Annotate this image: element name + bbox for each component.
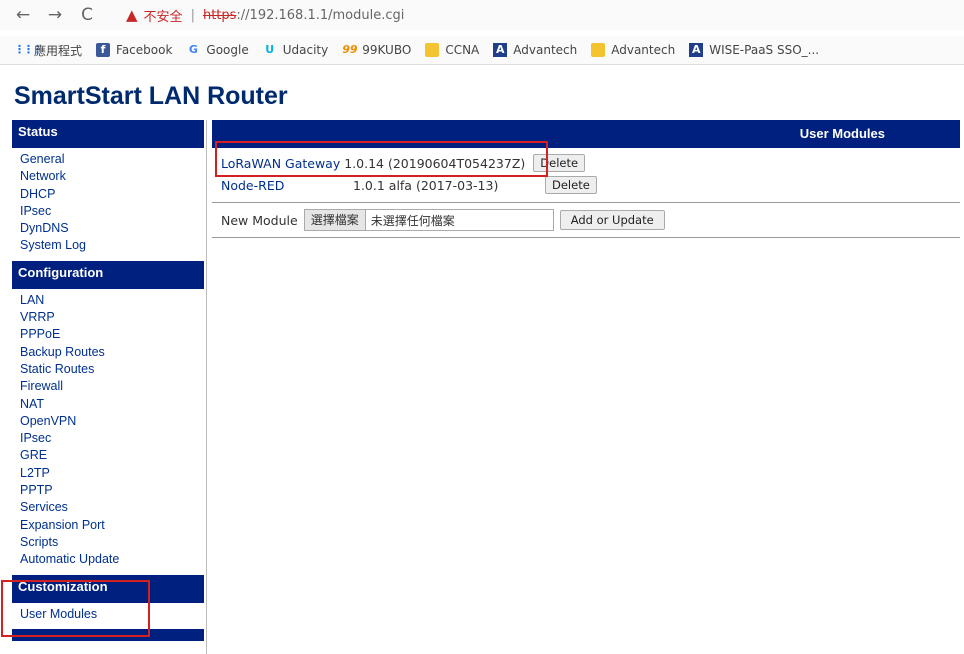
main-panel: User Modules LoRaWAN Gateway 1.0.14 (201… — [212, 120, 960, 238]
sidebar-item-general[interactable]: General — [20, 151, 198, 168]
module-name-link[interactable]: Node-RED — [221, 178, 349, 193]
bookmark-ccna[interactable]: CCNA — [425, 43, 479, 57]
bookmark-label: WISE-PaaS SSO_... — [709, 43, 820, 57]
warning-icon[interactable]: ▲ — [126, 6, 138, 24]
bookmark-advantech-folder[interactable]: Advantech — [591, 43, 675, 57]
configuration-links: LAN VRRP PPPoE Backup Routes Static Rout… — [12, 289, 204, 575]
sidebar-item-system-log[interactable]: System Log — [20, 237, 198, 254]
choose-file-button[interactable]: 選擇檔案 — [304, 210, 366, 230]
bookmark-label: Advantech — [611, 43, 676, 57]
sidebar: Status General Network DHCP IPsec DynDNS… — [12, 120, 204, 641]
sidebar-item-vrrp[interactable]: VRRP — [20, 309, 198, 326]
bookmark-label: 應用程式 — [34, 43, 83, 58]
module-version: 1.0.1 alfa (2017-03-13) — [353, 177, 499, 193]
page-title: SmartStart LAN Router — [14, 82, 288, 110]
highlight-customization — [1, 580, 150, 637]
bookmark-facebook[interactable]: f Facebook — [96, 43, 172, 57]
bookmark-label: Advantech — [513, 43, 578, 57]
sidebar-item-lan[interactable]: LAN — [20, 292, 198, 309]
status-links: General Network DHCP IPsec DynDNS System… — [12, 148, 204, 261]
sidebar-item-network[interactable]: Network — [20, 168, 198, 185]
sidebar-item-nat[interactable]: NAT — [20, 396, 198, 413]
folder-icon — [425, 43, 440, 57]
apps-icon: ⋮⋮⋮ — [14, 43, 43, 56]
bookmarks-bar: ⋮⋮⋮ 應用程式 f Facebook G Google U Udacity 99 99K… — [0, 36, 964, 65]
delete-button[interactable]: Delete — [545, 176, 597, 194]
reload-icon[interactable]: C — [78, 5, 96, 25]
facebook-icon: f — [96, 43, 111, 57]
sidebar-item-ipsec-status[interactable]: IPsec — [20, 203, 198, 220]
sidebar-item-firewall[interactable]: Firewall — [20, 378, 198, 395]
sidebar-item-static-routes[interactable]: Static Routes — [20, 361, 198, 378]
status-section-title: Status — [12, 120, 204, 148]
sidebar-item-gre[interactable]: GRE — [20, 447, 198, 464]
sidebar-item-dhcp[interactable]: DHCP — [20, 186, 198, 203]
sidebar-item-ipsec[interactable]: IPsec — [20, 430, 198, 447]
url-text[interactable]: ://192.168.1.1/module.cgi — [236, 8, 404, 23]
bookmark-99kubo[interactable]: 99 99KUBO — [342, 43, 411, 57]
google-icon: G — [188, 43, 198, 56]
bookmark-label: Google — [206, 43, 249, 57]
folder-icon — [591, 43, 606, 57]
sidebar-item-l2tp[interactable]: L2TP — [20, 465, 198, 482]
bookmark-advantech[interactable]: A Advantech — [493, 43, 577, 57]
add-or-update-button[interactable]: Add or Update — [559, 210, 665, 230]
bookmark-label: Udacity — [282, 43, 329, 57]
sidebar-item-automatic-update[interactable]: Automatic Update — [20, 551, 198, 568]
sidebar-item-backup-routes[interactable]: Backup Routes — [20, 344, 198, 361]
bookmark-wise-paas[interactable]: A WISE-PaaS SSO_... — [689, 43, 819, 57]
new-module-row: New Module 選擇檔案 未選擇任何檔案 Add or Update — [212, 203, 960, 238]
sidebar-item-dyndns[interactable]: DynDNS — [20, 220, 198, 237]
udacity-icon: U — [265, 43, 275, 56]
bookmark-label: Facebook — [116, 43, 173, 57]
url-scheme[interactable]: https — [203, 8, 236, 23]
file-input[interactable]: 選擇檔案 未選擇任何檔案 — [303, 209, 554, 231]
back-icon[interactable]: ← — [14, 5, 32, 25]
wise-icon: A — [689, 43, 704, 57]
bookmark-label: 99KUBO — [362, 43, 412, 57]
insecure-label[interactable]: 不安全 — [144, 6, 183, 25]
configuration-section-title: Configuration — [12, 260, 204, 289]
sidebar-item-scripts[interactable]: Scripts — [20, 534, 198, 551]
sidebar-item-pptp[interactable]: PPTP — [20, 482, 198, 499]
sidebar-divider — [206, 120, 207, 654]
bookmark-label: CCNA — [445, 43, 480, 57]
bookmark-apps[interactable]: ⋮⋮⋮ 應用程式 — [14, 42, 82, 59]
bookmark-google[interactable]: G Google — [186, 43, 249, 57]
new-module-label: New Module — [221, 212, 298, 228]
sidebar-item-openvpn[interactable]: OpenVPN — [20, 413, 198, 430]
module-row: Node-RED 1.0.1 alfa (2017-03-13) Delete — [212, 174, 960, 196]
address-bar: ← → C ▲ 不安全 | https ://192.168.1.1/modul… — [0, 0, 964, 30]
url-separator: | — [190, 7, 195, 23]
advantech-icon: A — [493, 43, 508, 57]
forward-icon[interactable]: → — [46, 5, 64, 25]
sidebar-item-pppoe[interactable]: PPPoE — [20, 326, 198, 343]
sidebar-item-expansion-port[interactable]: Expansion Port — [20, 517, 198, 534]
sidebar-item-services[interactable]: Services — [20, 499, 198, 516]
99kubo-icon: 99 — [342, 43, 358, 56]
bookmark-udacity[interactable]: U Udacity — [263, 43, 329, 57]
no-file-text: 未選擇任何檔案 — [370, 213, 455, 228]
highlight-lorawan — [215, 141, 548, 177]
